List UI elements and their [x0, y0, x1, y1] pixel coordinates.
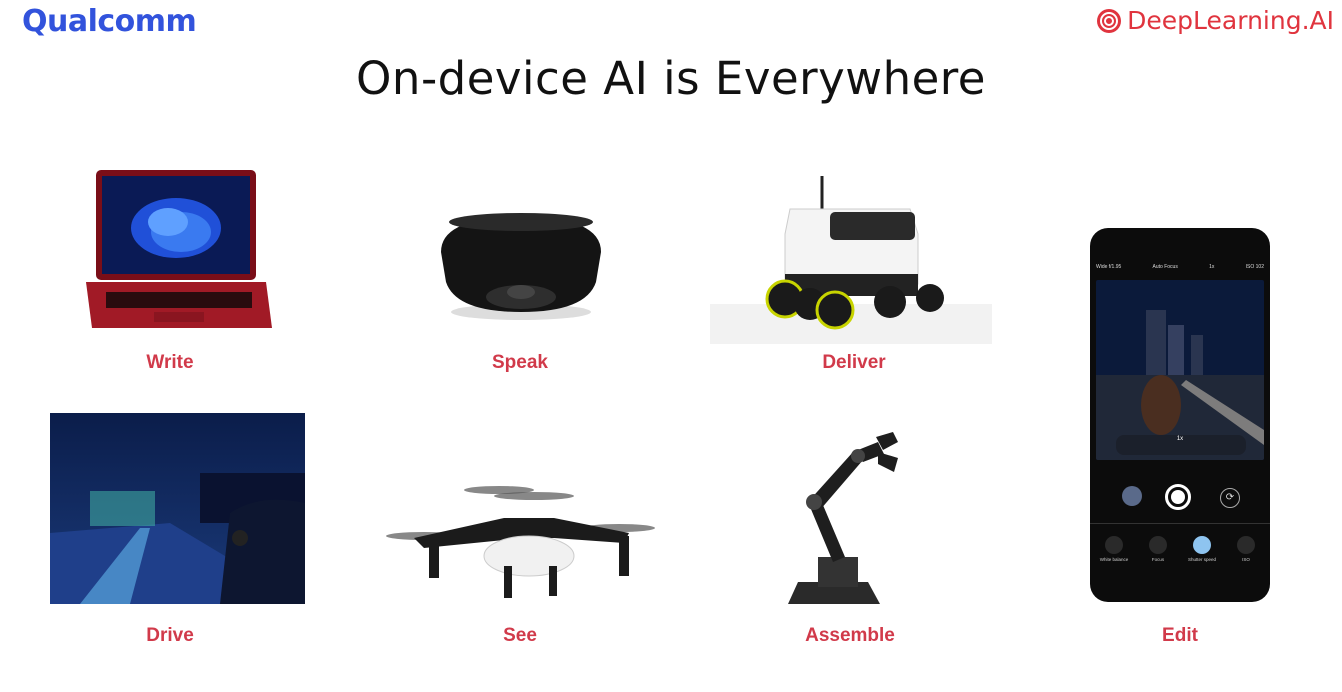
phone-gallery-thumb[interactable]	[1122, 486, 1142, 506]
phone-shutter-button[interactable]	[1165, 484, 1191, 510]
phone-top-right: ISO 102	[1245, 264, 1264, 270]
focus-icon	[1149, 536, 1167, 554]
page-title: On-device AI is Everywhere	[356, 52, 986, 105]
deeplearning-logo-text: DeepLearning.AI	[1127, 6, 1334, 35]
night-driving-image	[50, 413, 305, 604]
phone-zoom-label: 1x	[1176, 436, 1184, 442]
phone-control-focus[interactable]: Focus	[1140, 536, 1176, 562]
phone-viewfinder	[1096, 280, 1264, 460]
label-see: See	[503, 625, 537, 646]
phone-control-iso[interactable]: ISO	[1228, 536, 1264, 562]
phone-top-mid: 1x	[1209, 264, 1215, 270]
phone-top-bar: Wide f/1.95 Auto Focus 1x ISO 102	[1096, 264, 1264, 270]
label-deliver: Deliver	[822, 352, 886, 373]
phone-controls: White balance Focus Shutter speed ISO	[1096, 536, 1264, 562]
laptop-image	[86, 170, 272, 330]
robotic-arm-image	[788, 432, 912, 608]
phone-flip-camera-icon[interactable]: ⟳	[1220, 488, 1240, 508]
phone-top-left: Wide f/1.95	[1096, 264, 1122, 270]
iso-icon	[1237, 536, 1255, 554]
deeplearning-logo-icon	[1097, 8, 1122, 33]
label-assemble: Assemble	[805, 625, 895, 646]
white-balance-icon	[1105, 536, 1123, 554]
drone-image	[384, 478, 660, 603]
label-write: Write	[146, 352, 194, 373]
qualcomm-logo: Qualcomm	[22, 4, 197, 39]
delivery-robot-image	[710, 174, 992, 344]
shutter-speed-icon	[1193, 536, 1211, 554]
label-speak: Speak	[492, 352, 548, 373]
phone-control-shutter-speed[interactable]: Shutter speed	[1184, 536, 1220, 562]
phone-top-center: Auto Focus	[1152, 264, 1178, 270]
deeplearning-logo: DeepLearning.AI	[1095, 6, 1334, 35]
label-edit: Edit	[1162, 625, 1198, 646]
smart-speaker-image	[436, 212, 606, 322]
label-drive: Drive	[146, 625, 194, 646]
smartphone-image: Wide f/1.95 Auto Focus 1x ISO 102 1x ⟳ W…	[1090, 228, 1270, 602]
phone-control-white-balance[interactable]: White balance	[1096, 536, 1132, 562]
